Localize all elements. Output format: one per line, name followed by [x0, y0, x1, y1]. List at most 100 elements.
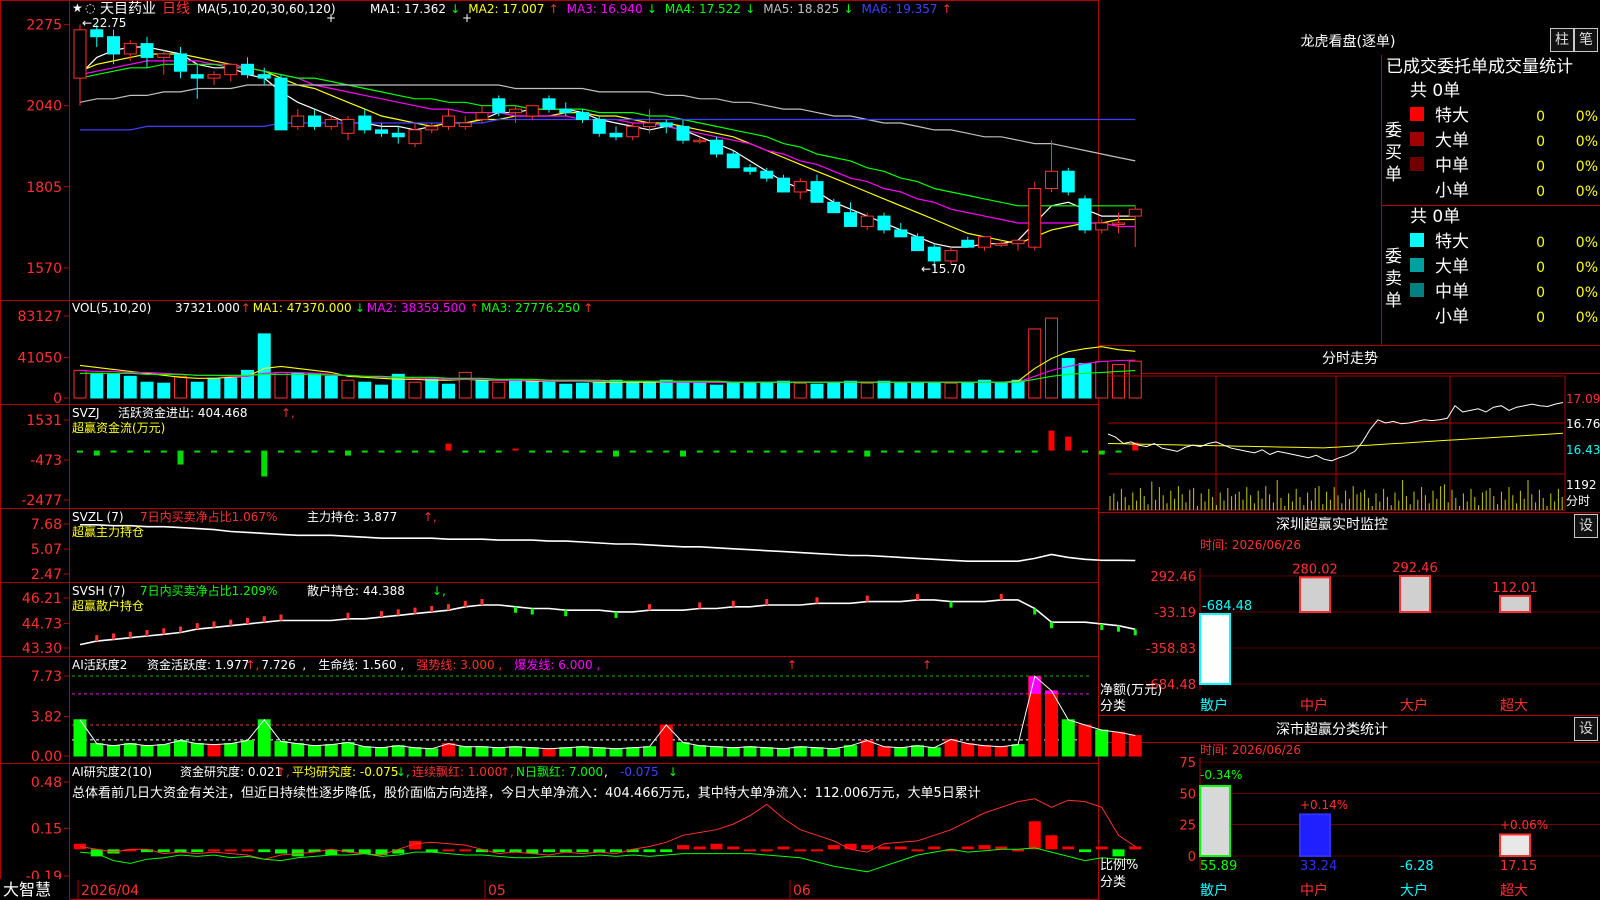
volume-bar: [73, 369, 87, 399]
tab-bar-chart[interactable]: 柱: [1550, 28, 1574, 52]
intraday-price-tick-1: 17.09: [1566, 392, 1600, 406]
svsh-tick: [246, 617, 249, 624]
svzl-panel[interactable]: 7.68 5.07 2.47 SVZL (7) 7日内买卖净占比1.067% 主力持…: [31, 509, 1136, 583]
ai-active-bar: [609, 748, 623, 757]
sz-monitor-settings-button[interactable]: 设: [1574, 514, 1598, 538]
sz-classify-category: 超大: [1500, 883, 1528, 899]
ai-research-panel[interactable]: 0.480.15-0.19 AI研究度2(10) 资金研究度: 0.021↑, 平…: [26, 764, 1142, 885]
svzj-bar: [1082, 450, 1088, 453]
lhb-row-value: 0: [1536, 159, 1545, 175]
svsh-tick: [145, 629, 149, 636]
volume-bar: [693, 382, 707, 399]
y-tick-label: 3.82: [31, 709, 62, 725]
ai-research-bar: [1095, 846, 1108, 850]
volume-bar: [375, 384, 388, 399]
ai-research-bar: [811, 849, 823, 852]
volume-bar: [827, 382, 841, 399]
volume-panel[interactable]: 83127410500 VOL(5,10,20) 37321.000 ↑ MA1: …: [17, 301, 1142, 407]
svsh-tick: [430, 605, 434, 612]
ai-active-y-axis: 7.73 3.82 0.00: [31, 669, 70, 765]
sz-classify-bar: [1299, 813, 1331, 857]
svzj-bar: [864, 450, 871, 457]
candle-body: [860, 215, 874, 227]
date-tick-label: 06: [793, 883, 811, 899]
lhb-row-swatch: [1410, 258, 1424, 272]
svsh-line: [79, 593, 1137, 646]
sz-classify-value: 17.15: [1500, 859, 1537, 874]
svzj-bar: [814, 450, 820, 453]
svzj-bar: [579, 450, 586, 453]
volume-bar: [860, 382, 874, 399]
svzj-bar: [562, 450, 569, 453]
intraday-panel[interactable]: 分时走势 17.09 16.76 16.43 1192 分时: [1107, 351, 1600, 511]
ai-research-bar: [894, 846, 907, 850]
ai-active-panel[interactable]: 7.733.820.00 AI活跃度2 资金活跃度: 1.977↑, 7.726,…: [31, 657, 1142, 765]
svsh-tick: [1100, 623, 1104, 630]
ai-research-bar: [543, 849, 555, 853]
volume-bar: [944, 382, 958, 399]
candle-body: [1061, 170, 1075, 193]
sz-classify-category: 中户: [1300, 882, 1328, 899]
star-icon[interactable]: ★: [72, 1, 83, 15]
svzj-bar: [847, 450, 854, 453]
candle-body: [760, 170, 774, 179]
volume-bar: [123, 375, 137, 399]
svsh-tick: [731, 600, 735, 607]
ai-research-bar: [459, 849, 472, 852]
ai-active-bar: [676, 742, 690, 757]
ai-research-bar: [1045, 835, 1058, 850]
svzj-bar: [345, 450, 351, 456]
volume-bar: [1061, 358, 1075, 399]
svsh-y-axis: 46.21 44.73 43.30: [22, 591, 70, 657]
ai-research-bar: [777, 846, 790, 850]
svzj-bar: [646, 450, 653, 453]
svzj-bar: [629, 450, 636, 453]
candle-body: [458, 122, 472, 127]
ai-active-bar: [1112, 731, 1125, 757]
svsh-tick: [162, 628, 166, 635]
lhb-row-name: 中单: [1435, 282, 1469, 302]
sz-monitor-title: 深圳超赢实时监控: [1276, 516, 1388, 533]
volume-item-1: 37321.000: [175, 301, 240, 315]
stock-name[interactable]: 天目药业: [100, 1, 156, 17]
candle-body: [324, 119, 338, 127]
ai-research-bar: [392, 849, 405, 854]
ai-active-bar: [509, 746, 522, 757]
candles[interactable]: [73, 24, 1142, 268]
tab-tick-list[interactable]: 笔: [1574, 28, 1598, 52]
volume-item-2: MA1: 47370.000: [253, 301, 352, 315]
svsh-tick: [346, 612, 350, 619]
volume-bar: [492, 381, 506, 399]
period-label[interactable]: 日线: [162, 1, 190, 17]
svsh-tick: [1133, 629, 1137, 636]
ai-active-bar: [358, 746, 372, 757]
svsh-tick: [279, 614, 283, 621]
terminal-canvas: 2275 2040 1805 1570 ←22.75 ←15.70 ★ ◌ 天目药业 …: [0, 0, 1600, 900]
lhb-panel: 龙虎看盘(逐单) 已成交委托单成交量统计 共 0单委买单特大 0 0%大单 0 0%中单…: [1301, 33, 1598, 327]
sz-monitor-value: 112.01: [1492, 581, 1538, 596]
svsh-panel[interactable]: 46.21 44.73 43.30 SVSH (7) 7日内买卖净占比1.209% …: [22, 583, 1137, 657]
ai-research-bar: [610, 849, 622, 853]
svzl-arrow: ↑,: [423, 510, 437, 524]
svzj-panel[interactable]: 1531 -473 -2477 SVZJ 活跃资金进出: 404.468 ↑, 超赢…: [21, 405, 1139, 509]
sz-classify-settings-button[interactable]: 设: [1574, 717, 1598, 741]
svsh-tick: [95, 635, 99, 642]
svsh-tick: [179, 626, 182, 633]
volume-bar: [877, 380, 891, 399]
svzj-bar: [311, 450, 318, 453]
sz-monitor-time: 时间: 2026/06/26: [1200, 538, 1301, 552]
ai-active-bar: [391, 745, 405, 757]
ai-research-bar: [744, 849, 756, 852]
candle-body: [844, 212, 857, 227]
volume-bar: [190, 381, 204, 399]
ai-active-bar: [860, 739, 874, 757]
ai-active-item-2: 7.726: [261, 658, 295, 672]
svzj-bar: [1048, 430, 1055, 451]
ma-value-2: MA2: 17.007: [468, 2, 544, 16]
svsh-tick: [698, 602, 702, 609]
ai-active-bar: [425, 748, 439, 757]
sz-monitor-panel[interactable]: 深圳超赢实时监控 时间: 2026/06/26 292.46 -33.19 -358…: [1100, 516, 1600, 714]
ai-active-line: [79, 675, 1136, 750]
sz-classify-panel[interactable]: 深市超赢分类统计 时间: 2026/06/26 75 50 25 0 55.89 33.…: [1100, 721, 1600, 899]
volume-y-axis: 83127 41050 0: [17, 309, 70, 407]
